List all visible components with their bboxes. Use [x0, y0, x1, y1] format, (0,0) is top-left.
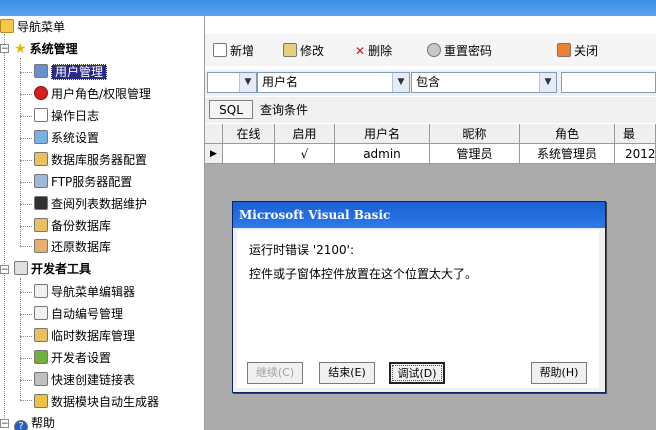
new-button[interactable]: 新增: [213, 42, 254, 60]
folder-icon: [0, 19, 14, 33]
link-icon: [34, 372, 48, 386]
numbered-list-icon: [34, 306, 48, 320]
filter-bar: ▼ 用户名 ▼ 包含 ▼: [205, 70, 656, 96]
chevron-down-icon[interactable]: ▼: [392, 73, 409, 92]
delete-button[interactable]: ✕ 删除: [355, 42, 392, 60]
column-header[interactable]: 角色: [520, 124, 615, 144]
help-button[interactable]: 帮助(H): [531, 362, 587, 384]
tree-item-lookup[interactable]: 查阅列表数据维护: [34, 194, 147, 214]
collapse-toggle[interactable]: −: [0, 419, 9, 429]
tree-item-db-server[interactable]: 数据库服务器配置: [34, 150, 147, 170]
operator-select[interactable]: 包含 ▼: [411, 72, 557, 93]
tree-item-tempdb[interactable]: 临时数据库管理: [34, 326, 135, 346]
database-icon: [34, 152, 48, 166]
wand-icon: [34, 394, 48, 408]
users-icon: [34, 64, 48, 78]
row-selector-header: [205, 124, 223, 144]
no-entry-icon: [34, 86, 48, 100]
edit-icon: [34, 284, 48, 298]
end-button[interactable]: 结束(E): [319, 362, 375, 384]
tree-item-menu-editor[interactable]: 导航菜单编辑器: [34, 282, 135, 302]
toolbar: 新增 修改 ✕ 删除 重置密码 关闭: [205, 34, 656, 66]
key-icon: [427, 43, 441, 57]
continue-button[interactable]: 继续(C): [247, 362, 303, 384]
collapse-toggle[interactable]: −: [0, 44, 9, 54]
table-cell[interactable]: [223, 144, 275, 164]
sql-bar: SQL 查询条件: [205, 97, 656, 123]
tree-item-user-management[interactable]: 用户管理: [34, 62, 108, 82]
tree-item-roles[interactable]: 用户角色/权限管理: [34, 84, 151, 104]
field-select[interactable]: 用户名 ▼: [257, 72, 410, 93]
column-header[interactable]: 在线: [223, 124, 275, 144]
tree-line: [20, 58, 21, 246]
tree-line: [20, 278, 21, 400]
tree-item-link-table[interactable]: 快速创建链接表: [34, 370, 135, 390]
error-dialog: Microsoft Visual Basic 运行时错误 '2100': 控件或…: [232, 201, 606, 393]
column-header[interactable]: 昵称: [430, 124, 520, 144]
close-button[interactable]: 关闭: [557, 42, 598, 60]
restore-icon: [34, 239, 48, 253]
tree-line: [4, 34, 5, 422]
column-header[interactable]: 启用: [275, 124, 335, 144]
logic-select[interactable]: ▼: [207, 72, 257, 93]
star-icon: ★: [14, 41, 27, 57]
edit-button[interactable]: 修改: [283, 42, 324, 60]
tree-item-backup[interactable]: 备份数据库: [34, 216, 111, 236]
debug-button[interactable]: 调试(D): [389, 362, 445, 384]
tree-root[interactable]: 导航菜单: [0, 17, 65, 37]
edit-icon: [283, 43, 297, 57]
gears-icon: [34, 350, 48, 364]
error-message: 控件或子窗体控件放置在这个位置太大了。: [249, 267, 478, 281]
list-icon: [34, 196, 48, 210]
error-code: 运行时错误 '2100':: [249, 243, 354, 257]
delete-x-icon: ✕: [355, 44, 366, 58]
table-cell[interactable]: 管理员: [430, 144, 520, 164]
navigation-tree[interactable]: 导航菜单 − ★ 系统管理 用户管理 用户角色/权限管理 操作日志 系统设置 数据…: [0, 16, 205, 430]
new-document-icon: [213, 43, 227, 57]
tree-item-settings[interactable]: 系统设置: [34, 128, 99, 148]
tree-item-restore[interactable]: 还原数据库: [34, 237, 111, 257]
query-label: 查询条件: [260, 103, 309, 117]
column-header[interactable]: 最: [615, 124, 656, 144]
settings-icon: [34, 130, 48, 144]
close-icon: [557, 43, 571, 57]
chevron-down-icon[interactable]: ▼: [239, 73, 256, 92]
row-selector-icon[interactable]: ▶: [205, 144, 223, 164]
tree-item-help[interactable]: ? 帮助: [14, 413, 55, 430]
tree-item-dev-settings[interactable]: 开发者设置: [34, 348, 111, 368]
collapse-toggle[interactable]: −: [0, 265, 9, 275]
column-header[interactable]: 用户名: [335, 124, 430, 144]
tree-item-module-gen[interactable]: 数据模块自动生成器: [34, 392, 159, 412]
sql-button[interactable]: SQL: [209, 100, 253, 119]
tree-item-autonumber[interactable]: 自动编号管理: [34, 304, 123, 324]
reset-password-button[interactable]: 重置密码: [427, 42, 492, 60]
tree-item-ftp[interactable]: FTP服务器配置: [34, 172, 132, 192]
tree-item-log[interactable]: 操作日志: [34, 106, 99, 126]
tools-icon: [14, 261, 28, 275]
server-icon: [34, 174, 48, 188]
dialog-title: Microsoft Visual Basic: [233, 202, 605, 228]
table-cell[interactable]: √: [275, 144, 335, 164]
backup-icon: [34, 218, 48, 232]
tree-group-system[interactable]: ★ 系统管理: [14, 39, 78, 59]
chevron-down-icon[interactable]: ▼: [539, 73, 556, 92]
tree-group-dev[interactable]: 开发者工具: [14, 259, 91, 279]
table-cell[interactable]: admin: [335, 144, 430, 164]
filter-value-input[interactable]: [561, 72, 656, 93]
table-cell[interactable]: 2012: [615, 144, 656, 164]
document-icon: [34, 108, 48, 122]
help-icon: ?: [14, 420, 28, 430]
table-cell[interactable]: 系统管理员: [520, 144, 615, 164]
database-icon: [34, 328, 48, 342]
window-titlebar: [0, 0, 656, 16]
